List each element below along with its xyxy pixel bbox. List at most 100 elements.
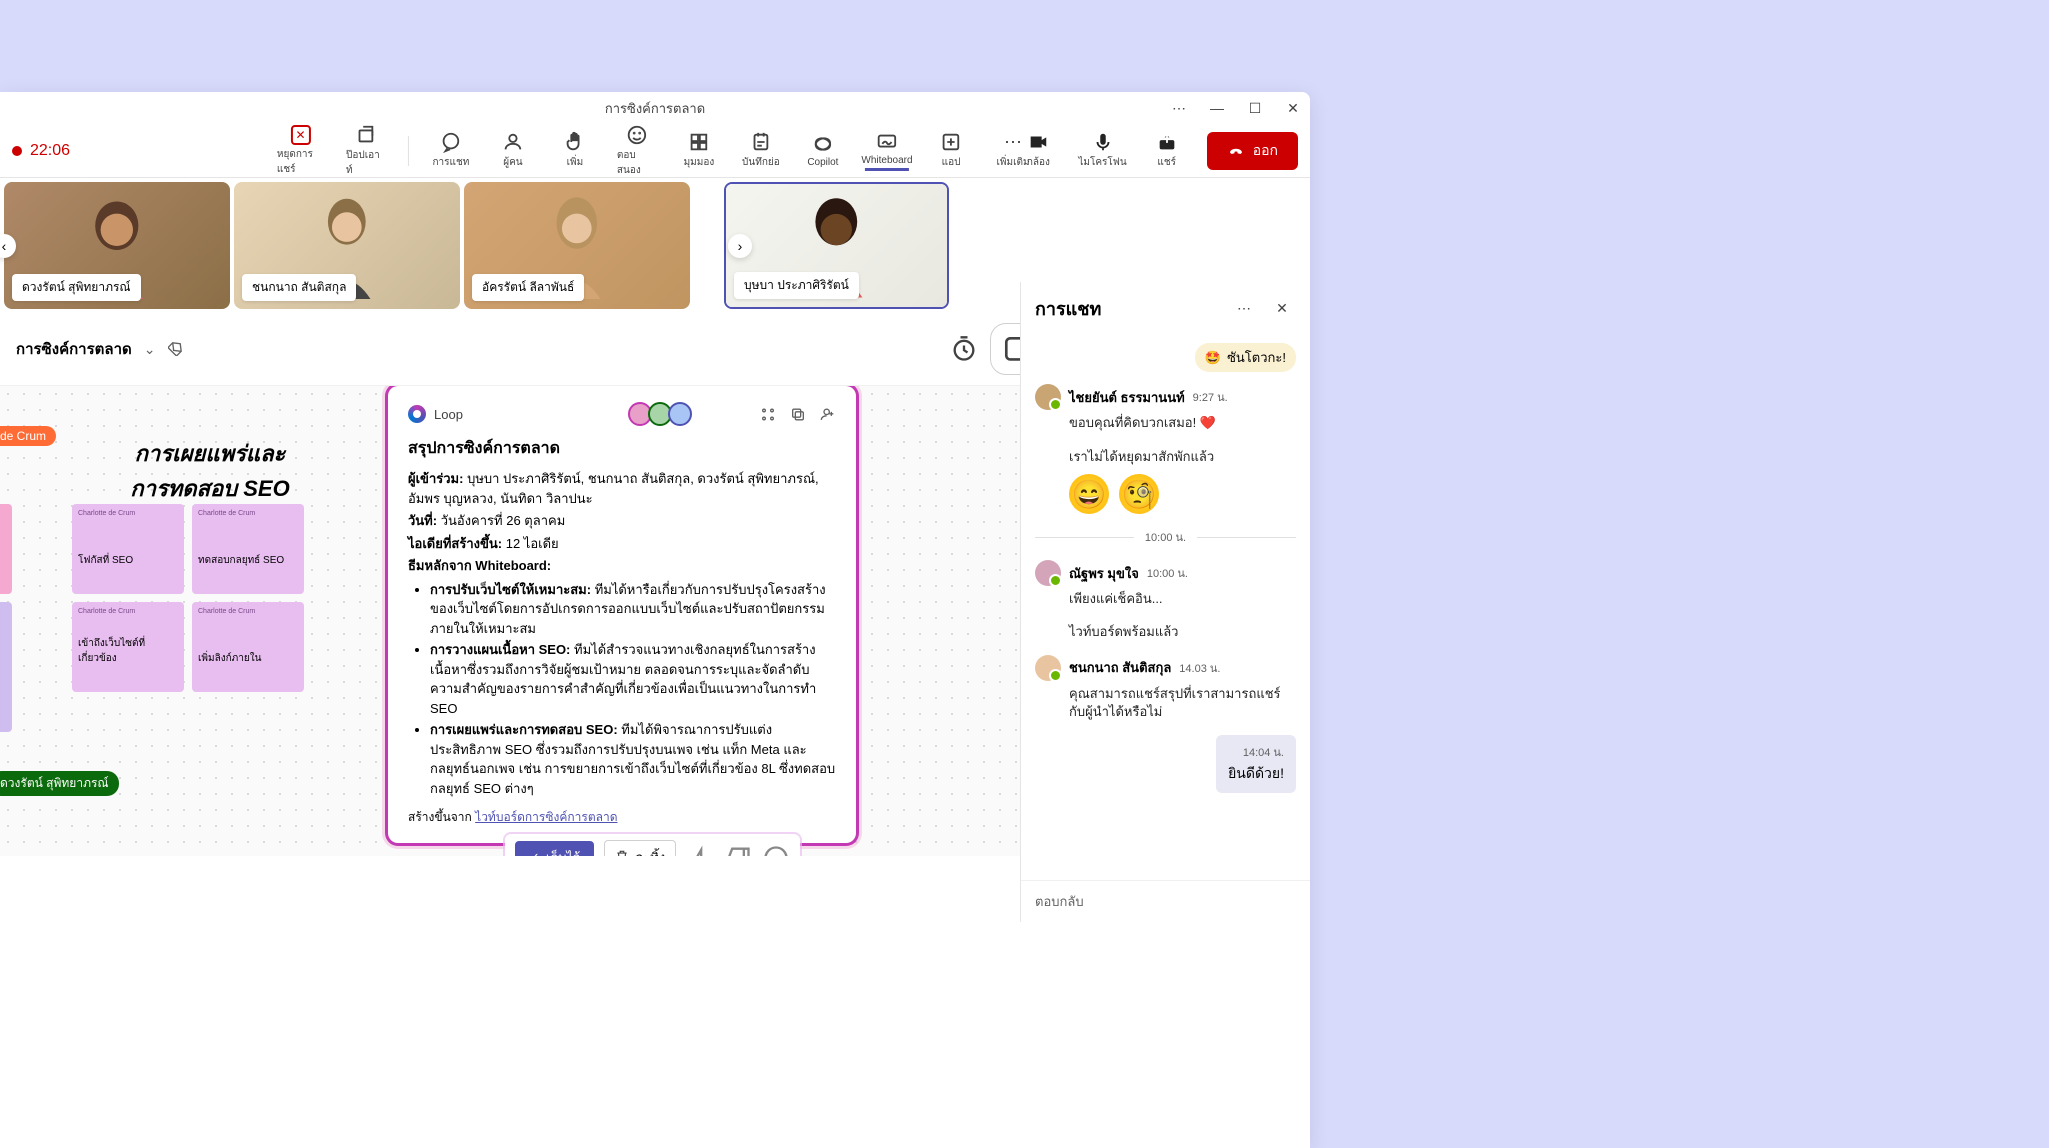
next-arrow-icon[interactable]: › bbox=[728, 234, 752, 258]
share-up-icon bbox=[1156, 131, 1178, 153]
share-button[interactable]: แชร์ bbox=[1147, 131, 1187, 170]
active-speaker-tile[interactable]: บุษบา ประภาศิริรัตน์ bbox=[724, 182, 949, 309]
titlebar: การซิงค์การตลาด ⋯ — ☐ ✕ bbox=[0, 92, 1310, 124]
sticky-note[interactable] bbox=[0, 602, 12, 732]
avatar bbox=[1035, 384, 1061, 410]
info-circle-icon[interactable] bbox=[762, 844, 790, 857]
hangup-icon bbox=[1227, 142, 1245, 160]
participant-tile[interactable]: อัครรัตน์ ลีลาพันธ์ bbox=[464, 182, 690, 309]
participant-name: ดวงรัตน์ สุพิทยาภรณ์ bbox=[12, 274, 141, 301]
chat-button[interactable]: การแชท bbox=[431, 131, 471, 170]
laugh-emoji-icon[interactable]: 😄 bbox=[1069, 474, 1109, 514]
more-icon[interactable]: ⋯ bbox=[1170, 99, 1188, 117]
timer-icon[interactable] bbox=[950, 335, 978, 363]
copilot-icon bbox=[812, 133, 834, 155]
popout-icon bbox=[355, 124, 377, 146]
avatar bbox=[1035, 560, 1061, 586]
plus-square-icon bbox=[940, 131, 962, 153]
mic-button[interactable]: ไมโครโฟน bbox=[1078, 131, 1126, 170]
my-chat-message: 14:04 น. ยินดีด้วย! bbox=[1216, 735, 1296, 793]
minimize-icon[interactable]: — bbox=[1208, 99, 1226, 117]
section-heading: การเผยแพร่และ การทดสอบ SEO bbox=[100, 436, 320, 506]
people-add-icon[interactable] bbox=[820, 405, 836, 424]
sticky-grid: Charlotte de Crum โฟกัสที่ SEO Charlotte… bbox=[72, 504, 304, 692]
sticky-note[interactable]: Charlotte de Crum โฟกัสที่ SEO bbox=[72, 504, 184, 594]
heart-icon: ❤️ bbox=[1200, 415, 1216, 430]
apps-button[interactable]: แอป bbox=[931, 131, 971, 170]
sticky-note[interactable]: Charlotte de Crum เพิ่มลิงก์ภายใน bbox=[192, 602, 304, 692]
chevron-down-icon[interactable]: ⌄ bbox=[144, 341, 156, 358]
user-cursor: ดวงรัตน์ สุพิทยาภรณ์ bbox=[0, 771, 119, 796]
notes-button[interactable]: บันทึกย่อ bbox=[741, 131, 781, 170]
chat-messages[interactable]: 🤩 ซันโตวกะ! ไชยยันต์ ธรรมานนท์ 9:27 น. ข… bbox=[1021, 335, 1310, 880]
maximize-icon[interactable]: ☐ bbox=[1246, 99, 1264, 117]
chat-message: ชนกนาถ สันติสกุล 14.03 น. คุณสามารถแชร์ส… bbox=[1035, 655, 1296, 721]
grid-icon bbox=[688, 131, 710, 153]
emoji-icon bbox=[626, 124, 648, 146]
reaction-pill[interactable]: 🤩 ซันโตวกะ! bbox=[1195, 343, 1296, 372]
party-emoji-icon: 🤩 bbox=[1205, 350, 1221, 366]
tag-icon[interactable] bbox=[168, 340, 184, 359]
participant-tile[interactable]: ชนกนาถ สันติสกุล bbox=[234, 182, 460, 309]
loop-source: สร้างขึ้นจาก ไวท์บอร์ดการซิงค์การตลาด bbox=[408, 808, 836, 827]
react-button[interactable]: ตอบสนอง bbox=[617, 124, 657, 178]
chat-more-icon[interactable]: ⋯ bbox=[1230, 295, 1258, 323]
window-title: การซิงค์การตลาด bbox=[605, 98, 705, 119]
record-dot-icon bbox=[12, 146, 22, 156]
chat-message: ณัฐพร มุขใจ 10:00 น. เพียงแค่เช็คอิน... … bbox=[1035, 560, 1296, 640]
hand-icon bbox=[564, 131, 586, 153]
user-cursor: de Crum bbox=[0, 426, 56, 446]
stop-share-button[interactable]: หยุดการแชร์ bbox=[277, 125, 324, 177]
chat-close-icon[interactable]: ✕ bbox=[1268, 295, 1296, 323]
people-button[interactable]: ผู้คน bbox=[493, 131, 533, 170]
notes-icon bbox=[750, 131, 772, 153]
chat-message: ไชยยันต์ ธรรมานนท์ 9:27 น. ขอบคุณที่คิดบ… bbox=[1035, 384, 1296, 514]
popout-button[interactable]: ป๊อปเอาท์ bbox=[346, 124, 386, 178]
thumbs-up-icon[interactable] bbox=[686, 844, 714, 857]
whiteboard-button[interactable]: Whiteboard bbox=[865, 131, 909, 171]
monocle-emoji-icon[interactable]: 🧐 bbox=[1119, 474, 1159, 514]
reply-input[interactable]: ตอบกลับ bbox=[1021, 880, 1310, 922]
close-icon[interactable]: ✕ bbox=[1284, 99, 1302, 117]
collab-avatars bbox=[632, 402, 692, 426]
raise-hand-button[interactable]: เพิ่ม bbox=[555, 131, 595, 170]
sticky-note[interactable]: Charlotte de Crum เข้าถึงเว็บไซต์ที่เกี่… bbox=[72, 602, 184, 692]
chat-icon bbox=[440, 131, 462, 153]
participant-name: บุษบา ประภาศิริรัตน์ bbox=[734, 272, 859, 299]
recording-indicator: 22:06 bbox=[12, 142, 70, 160]
app-window: การซิงค์การตลาด ⋯ — ☐ ✕ 22:06 หยุดการแชร… bbox=[0, 92, 1310, 1148]
recording-time: 22:06 bbox=[30, 142, 70, 160]
people-icon bbox=[502, 131, 524, 153]
thumbs-down-icon[interactable] bbox=[724, 844, 752, 857]
mic-icon bbox=[1092, 131, 1114, 153]
more-button[interactable]: ⋯ เพิ่มเติม bbox=[993, 131, 1033, 170]
time-divider: 10:00 น. bbox=[1035, 528, 1296, 546]
whiteboard-icon bbox=[876, 131, 898, 153]
trash-icon bbox=[615, 849, 629, 856]
copy-icon[interactable] bbox=[790, 405, 806, 424]
sticky-note[interactable] bbox=[0, 504, 12, 594]
chat-title: การแชท bbox=[1035, 294, 1220, 323]
sticky-note[interactable]: Charlotte de Crum ทดสอบกลยุทธ์ SEO bbox=[192, 504, 304, 594]
participant-name: อัครรัตน์ ลีลาพันธ์ bbox=[472, 274, 584, 301]
view-button[interactable]: มุมมอง bbox=[679, 131, 719, 170]
check-icon: ✓ bbox=[529, 850, 540, 857]
copilot-button[interactable]: Copilot bbox=[803, 133, 843, 168]
discard-button[interactable]: ละทิ้ง bbox=[604, 840, 676, 856]
loop-logo-icon bbox=[408, 405, 426, 423]
participant-name: ชนกนาถ สันติสกุล bbox=[242, 274, 356, 301]
doc-title: การซิงค์การตลาด bbox=[16, 337, 132, 361]
source-link[interactable]: ไวท์บอร์ดการซิงค์การตลาด bbox=[475, 810, 617, 824]
meeting-toolbar: 22:06 หยุดการแชร์ ป๊อปเอาท์ การแชท ผู้คน bbox=[0, 124, 1310, 178]
leave-button[interactable]: ออก bbox=[1207, 132, 1298, 170]
apps-grid-icon[interactable] bbox=[760, 405, 776, 424]
ellipsis-icon: ⋯ bbox=[1002, 131, 1024, 153]
save-button[interactable]: ✓ เก็บไว้ bbox=[515, 841, 594, 856]
loop-body: ผู้เข้าร่วม: บุษบา ประภาศิริรัตน์, ชนกนา… bbox=[408, 469, 836, 798]
loop-component[interactable]: Loop สรุปการซิงค์การตลาด ผู้เข้าร่วม: บุ… bbox=[388, 386, 856, 843]
loop-title: สรุปการซิงค์การตลาด bbox=[408, 436, 836, 461]
participant-tile[interactable]: ดวงรัตน์ สุพิทยาภรณ์ bbox=[4, 182, 230, 309]
chat-panel: การแชท ⋯ ✕ 🤩 ซันโตวกะ! ไชยยันต์ ธรรมานนท… bbox=[1020, 282, 1310, 922]
stop-share-icon bbox=[290, 125, 310, 145]
avatar bbox=[1035, 655, 1061, 681]
